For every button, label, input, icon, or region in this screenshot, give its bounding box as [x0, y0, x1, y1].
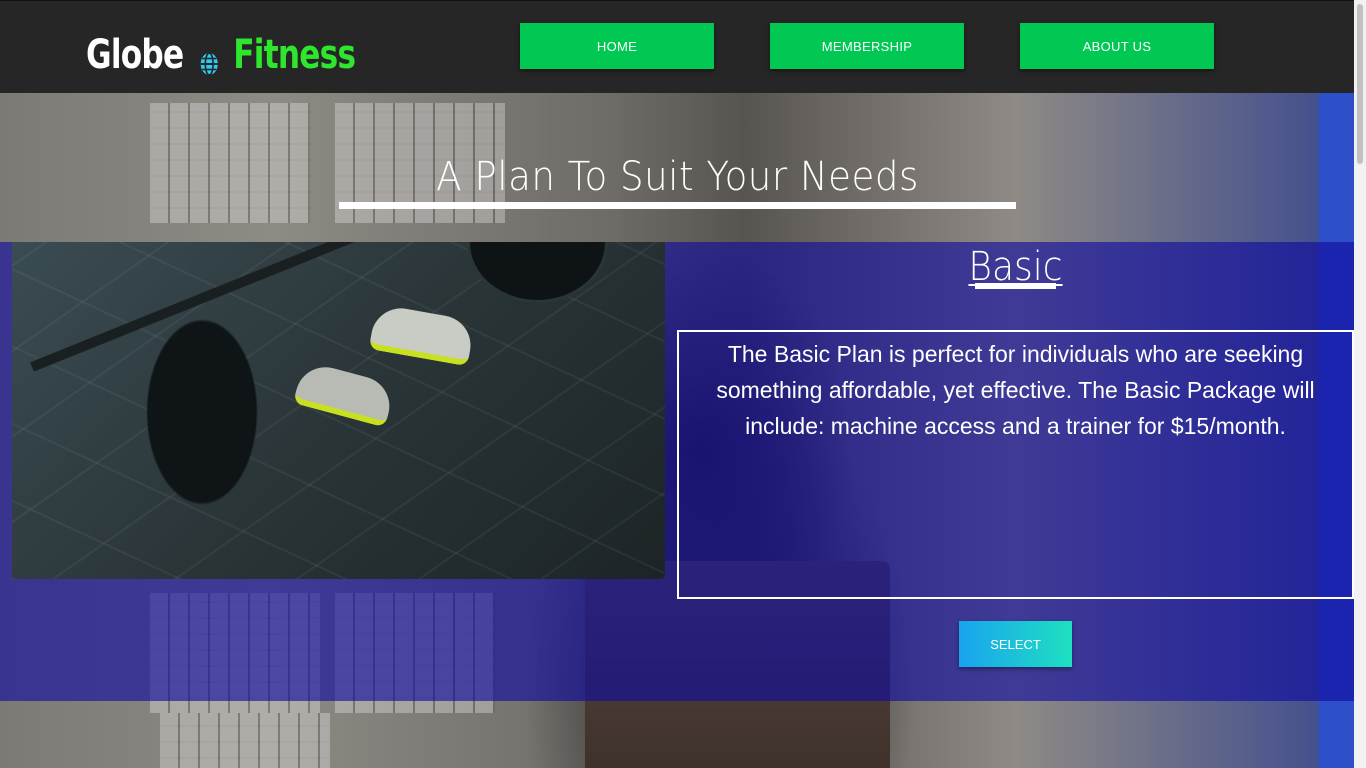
globe-icon	[197, 40, 220, 76]
logo-text-fitness: Fitness	[233, 32, 356, 78]
nav-membership-button[interactable]: MEMBERSHIP	[770, 23, 964, 69]
page-scrollbar[interactable]	[1354, 0, 1366, 768]
background-calendar	[150, 103, 310, 223]
sneaker	[368, 303, 476, 367]
logo-text-globe: Globe	[86, 32, 184, 78]
sneaker	[292, 360, 397, 428]
nav-home-button[interactable]: HOME	[520, 23, 714, 69]
plan-description: The Basic Plan is perfect for individual…	[716, 341, 1315, 439]
select-plan-button[interactable]: SELECT	[959, 621, 1072, 667]
plan-image-barbell	[12, 242, 665, 579]
hero-title: A Plan To Suit Your Needs	[436, 154, 919, 200]
site-logo[interactable]: Globe Fitness	[86, 29, 356, 81]
page: Globe Fitness HOME MEMBERSHIP ABOUT US A…	[0, 0, 1366, 768]
hero-title-underline	[339, 202, 1016, 209]
plan-description-box: The Basic Plan is perfect for individual…	[677, 330, 1354, 599]
site-header: Globe Fitness HOME MEMBERSHIP ABOUT US	[0, 0, 1354, 93]
nav-about-us-button[interactable]: ABOUT US	[1020, 23, 1214, 69]
plan-name-underline	[975, 283, 1056, 289]
background-calendar	[160, 713, 330, 768]
scrollbar-thumb[interactable]	[1357, 4, 1363, 164]
barbell-plate	[467, 242, 608, 303]
